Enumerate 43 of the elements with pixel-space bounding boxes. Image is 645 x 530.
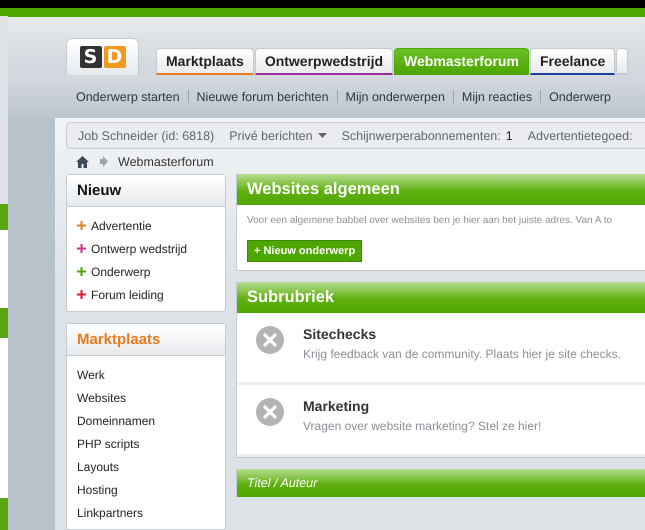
subforum-link[interactable]: Sitechecks [303, 326, 621, 342]
close-circle-icon [256, 398, 284, 426]
logo-letter: S [80, 46, 102, 68]
sidebar-link[interactable]: Websites [77, 390, 126, 404]
logo-letter: D [104, 46, 126, 68]
caret-icon [318, 133, 327, 138]
sidebar-link[interactable]: Hosting [77, 482, 118, 496]
sidebar-link[interactable]: Advertentie [91, 218, 152, 232]
forum-title: Websites algemeen [247, 180, 400, 199]
subforum-description: Krijg feedback van de community. Plaats hier je site checks. [303, 347, 621, 361]
nav-tab[interactable]: Freelance [530, 48, 616, 75]
column-header: Titel / Auteur [247, 476, 318, 490]
breadcrumb-link[interactable]: Webmasterforum [118, 154, 214, 168]
section-title: Subrubriek [247, 288, 334, 307]
user-name[interactable]: Job Schneider (id: 6818) [78, 128, 214, 142]
sidebar-link[interactable]: Layouts [77, 460, 120, 474]
logo-tab[interactable]: S D [66, 38, 139, 75]
subforum-link[interactable]: Marketing [303, 398, 542, 414]
panel-title: Marktplaats [77, 331, 160, 348]
arrow-icon [99, 156, 108, 167]
subscriptions-count: 1 [506, 128, 513, 142]
sidebar-link[interactable]: Forum leiding [91, 288, 164, 302]
nav-link[interactable]: Mijn reacties [462, 90, 532, 104]
credit-label: Advertentietegoed: [528, 128, 633, 142]
home-icon[interactable] [76, 156, 89, 168]
subscriptions-label: Schijnwerperabonnementen: [342, 128, 501, 142]
nav-link[interactable]: Onderwerp starten [76, 90, 180, 104]
nav-tab[interactable]: Marktplaats [156, 48, 254, 75]
forum-description: Voor een algemene babbel over websites ben je hier aan het juiste adres. Van A to [247, 215, 614, 226]
nav-link[interactable]: Mijn onderwerpen [346, 90, 445, 104]
nav-tab[interactable]: Ontwerpwedstrijd [254, 48, 394, 75]
sidebar-link[interactable]: Domeinnamen [77, 414, 156, 428]
panel-title: Nieuw [77, 182, 122, 199]
sidebar-link[interactable]: Linkpartners [77, 506, 144, 520]
close-circle-icon [256, 326, 284, 354]
messages-dropdown[interactable]: Privé berichten [229, 128, 327, 142]
nav-link[interactable]: Nieuwe forum berichten [196, 90, 329, 104]
nav-link[interactable]: Onderwerp [549, 90, 611, 104]
sidebar-link[interactable]: Werk [77, 368, 105, 382]
sidebar-link[interactable]: Onderwerp [91, 264, 150, 278]
subforum-description: Vragen over website marketing? Stel ze hier! [303, 419, 542, 433]
sidebar-link[interactable]: PHP scripts [77, 436, 140, 450]
sidebar-link[interactable]: Ontwerp wedstrijd [91, 242, 188, 256]
